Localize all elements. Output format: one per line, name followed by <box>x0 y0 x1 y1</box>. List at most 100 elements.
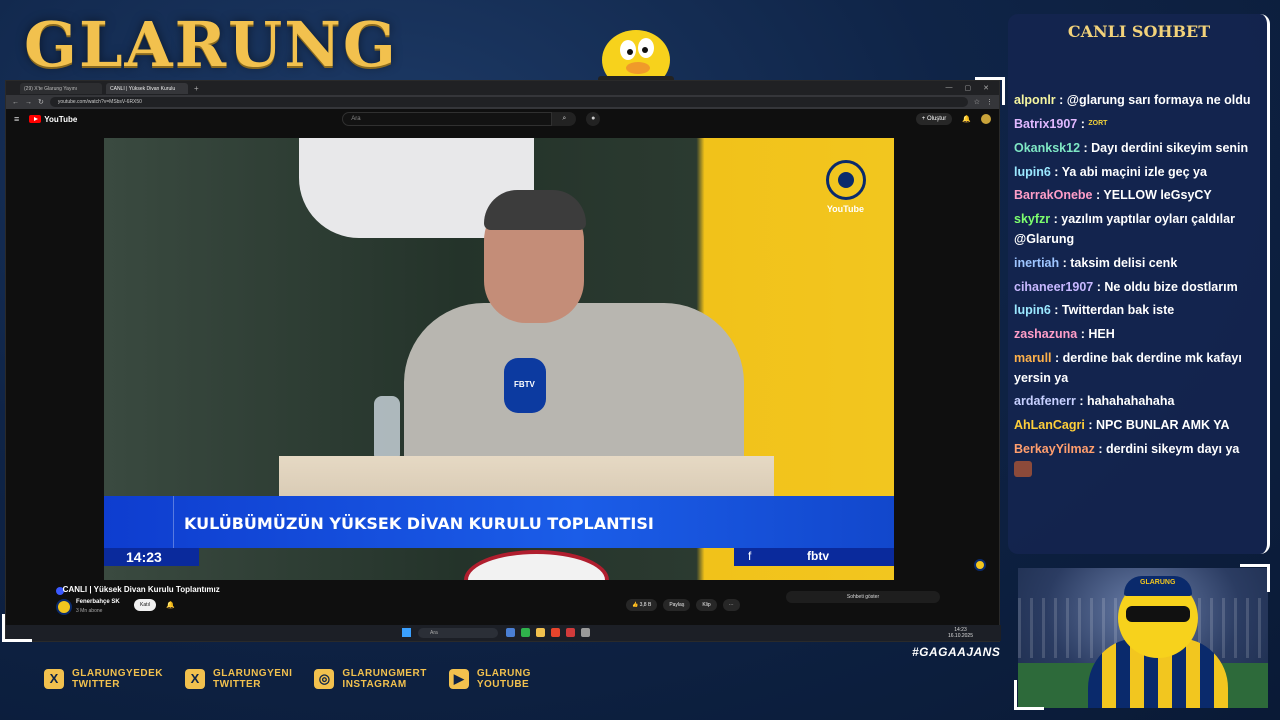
social-platform: YOUTUBE <box>476 679 530 690</box>
banner-decoration <box>104 496 174 548</box>
new-tab-icon[interactable]: + <box>194 84 199 93</box>
video-player[interactable]: FBTV YouTube KULÜBÜMÜZÜN YÜKSEK DİVAN KU… <box>104 138 894 580</box>
chat-message-list: alponlr : @glarung sarı formaya ne oldu … <box>1014 90 1264 482</box>
join-button[interactable]: Katıl <box>134 599 157 611</box>
webcam-feed: GLARUNG <box>1018 568 1268 708</box>
chat-username[interactable]: skyfzr <box>1014 212 1050 226</box>
chat-username[interactable]: inertiah <box>1014 256 1059 270</box>
maximize-icon[interactable]: ▢ <box>965 84 972 92</box>
create-button[interactable]: + Oluştur <box>915 113 953 125</box>
chat-username[interactable]: zashazuna <box>1014 327 1077 341</box>
chat-username[interactable]: lupin6 <box>1014 303 1051 317</box>
minimize-icon[interactable]: — <box>946 84 953 92</box>
windows-taskbar: Ara 14:23 16.10.2025 <box>6 625 1001 641</box>
like-button[interactable]: 👍 3,8 B <box>626 599 658 611</box>
subscribe-bell-icon[interactable]: 🔔 <box>166 601 175 609</box>
video-actions: 👍 3,8 B Paylaş Klip ⋯ <box>626 599 740 611</box>
chat-message: cihaneer1907 : Ne oldu bize dostlarım <box>1014 277 1264 297</box>
live-chat-panel: CANLI SOHBET alponlr : @glarung sarı for… <box>1008 14 1270 554</box>
social-label: GLARUNGYEDEK TWITTER <box>72 668 163 690</box>
create-label: Oluştur <box>926 116 947 122</box>
chat-username[interactable]: AhLanCagri <box>1014 418 1085 432</box>
windows-start-icon[interactable] <box>402 628 411 637</box>
video-title: CANLI | Yüksek Divan Kurulu Toplantımız <box>56 585 220 594</box>
taskbar-apps <box>506 628 590 637</box>
chat-username[interactable]: Batrix1907 <box>1014 117 1077 131</box>
brand-logo-text: GLARUNG <box>24 8 398 81</box>
chrome-icon[interactable] <box>521 628 530 637</box>
chat-username[interactable]: Okanksk12 <box>1014 141 1080 155</box>
x-icon: X <box>44 669 64 689</box>
social-handle: GLARUNGMERT <box>342 668 427 679</box>
search-icon[interactable]: ⌕ <box>552 112 577 126</box>
youtube-logo[interactable]: YouTube <box>29 115 77 124</box>
notification-bell-icon[interactable]: 🔔 <box>962 115 971 123</box>
hashtag-label: #GAGAAJANS <box>912 645 1001 659</box>
social-handle: GLARUNGYEDEK <box>72 668 164 679</box>
menu-icon[interactable]: ≡ <box>14 114 19 124</box>
youtube-search-input[interactable]: Ara <box>342 112 553 126</box>
x-icon: X <box>185 669 206 689</box>
youtube-header: ≡ YouTube Ara ⌕ ● + Oluştur 🔔 <box>6 109 999 129</box>
app-icon[interactable] <box>551 628 560 637</box>
taskbar-search-input[interactable]: Ara <box>418 628 498 638</box>
task-view-icon[interactable] <box>506 628 515 637</box>
taskbar-clock[interactable]: 14:23 16.10.2025 <box>948 627 973 639</box>
address-bar: ← → ↻ youtube.com/watch?v=MSbsV-6RX50 ☆ … <box>6 95 999 109</box>
channel-watermark-icon <box>974 559 986 571</box>
brave-icon[interactable] <box>566 628 575 637</box>
chat-message: marull : derdine bak derdine mk kafayı y… <box>1014 348 1264 388</box>
folder-icon[interactable] <box>536 628 545 637</box>
water-bottle <box>374 396 400 458</box>
fbtv-label: fbtv <box>807 549 829 563</box>
channel-name[interactable]: Fenerbahçe SK <box>76 599 120 605</box>
chat-username[interactable]: lupin6 <box>1014 165 1051 179</box>
social-links: X GLARUNGYEDEK TWITTER X GLARUNGYENI TWI… <box>44 668 531 690</box>
tab-bar: (29) X'te Glarung Yayını CANLI | Yüksek … <box>6 81 999 95</box>
chat-text: : hahahahahaha <box>1075 394 1175 409</box>
browser-tab-x[interactable]: (29) X'te Glarung Yayını <box>20 82 102 94</box>
channel-avatar[interactable] <box>56 599 72 615</box>
chat-message: inertiah : taksim delisi cenk <box>1014 253 1264 273</box>
chat-emote-image <box>1014 461 1032 478</box>
taskbar-date: 16.10.2025 <box>947 633 973 639</box>
youtube-icon: ▶ <box>448 669 469 689</box>
browser-window: (29) X'te Glarung Yayını CANLI | Yüksek … <box>5 80 1001 642</box>
frame-bracket <box>1014 680 1044 710</box>
social-label: GLARUNGMERT INSTAGRAM <box>342 668 426 690</box>
chat-username[interactable]: marull <box>1014 351 1052 365</box>
chat-text: : Ne oldu bize dostlarım <box>1093 279 1238 294</box>
settings-icon[interactable] <box>581 628 590 637</box>
microphone-icon[interactable]: ● <box>586 112 601 126</box>
chat-text: : YELLOW leGsyCY <box>1092 188 1212 203</box>
social-handle: GLARUNG <box>476 668 531 679</box>
chat-message: BerkayYilmaz : derdini sikeym dayı ya <box>1014 439 1264 479</box>
frame-bracket <box>2 614 32 642</box>
social-glarungyedek-twitter: X GLARUNGYEDEK TWITTER <box>44 668 163 690</box>
social-label: GLARUNG YOUTUBE <box>477 668 531 690</box>
social-platform: INSTAGRAM <box>342 679 407 690</box>
forward-icon[interactable]: → <box>25 99 32 106</box>
url-input[interactable]: youtube.com/watch?v=MSbsV-6RX50 <box>49 97 968 107</box>
user-avatar[interactable] <box>981 114 991 124</box>
show-chat-button[interactable]: Sohbeti göster <box>786 591 940 603</box>
speaker-jacket <box>404 303 744 463</box>
more-options-icon[interactable]: ⋯ <box>722 599 740 611</box>
reload-icon[interactable]: ↻ <box>38 98 44 106</box>
chat-message: ardafenerr : hahahahahaha <box>1014 391 1264 411</box>
social-platform: TWITTER <box>72 679 120 690</box>
clip-button[interactable]: Klip <box>696 599 717 611</box>
chat-username[interactable]: BarrakOnebe <box>1014 188 1093 202</box>
browser-tab-youtube[interactable]: CANLI | Yüksek Divan Kurulu <box>106 82 188 94</box>
share-button[interactable]: Paylaş <box>663 599 691 611</box>
chat-text: : Ya abi maçini izle geç ya <box>1050 164 1207 179</box>
mascot-sunglasses <box>1126 606 1190 622</box>
subscriber-count: 3 Mn abone <box>76 608 103 614</box>
chat-username[interactable]: cihaneer1907 <box>1014 280 1093 294</box>
back-icon[interactable]: ← <box>12 99 19 106</box>
chat-username[interactable]: ardafenerr <box>1014 394 1076 408</box>
chat-username[interactable]: BerkayYilmaz <box>1014 442 1095 456</box>
chat-username[interactable]: alponlr <box>1014 93 1056 107</box>
social-glarung-youtube: ▶ GLARUNG YOUTUBE <box>448 668 531 690</box>
frame-bracket <box>1240 564 1270 592</box>
